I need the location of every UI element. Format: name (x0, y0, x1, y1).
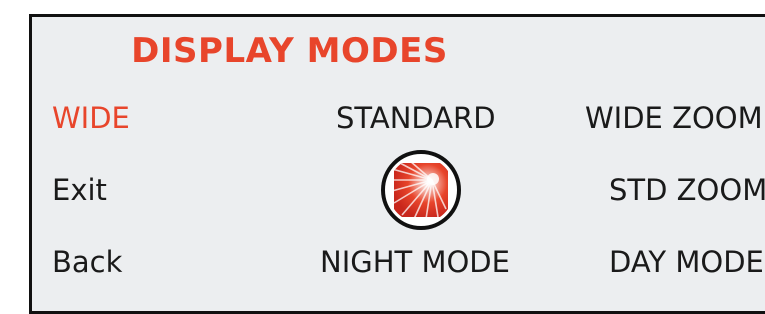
dial-graphic (381, 150, 461, 230)
brightness-dial-icon[interactable] (380, 149, 462, 231)
std-zoom-button[interactable]: STD ZOOM (609, 173, 765, 207)
exit-button[interactable]: Exit (52, 173, 107, 207)
standard-button[interactable]: STANDARD (336, 101, 496, 135)
back-button[interactable]: Back (52, 245, 122, 279)
day-mode-button[interactable]: DAY MODE (609, 245, 764, 279)
night-mode-button[interactable]: NIGHT MODE (320, 245, 510, 279)
page-title: DISPLAY MODES (131, 31, 448, 71)
wide-button[interactable]: WIDE (52, 101, 130, 135)
wide-zoom-button[interactable]: WIDE ZOOM (585, 101, 763, 135)
display-modes-panel: DISPLAY MODES WIDE STANDARD WIDE ZOOM Ex… (29, 14, 765, 314)
